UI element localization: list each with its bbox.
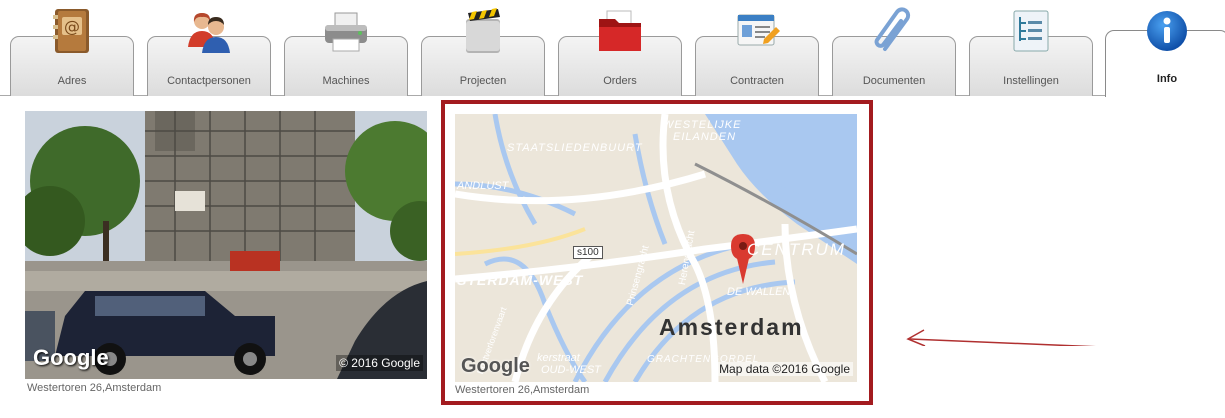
tab-orders[interactable]: Orders — [558, 10, 682, 96]
tab-bar: @ Adres Contactpersonen Machines Project… — [0, 0, 1225, 97]
tab-documenten[interactable]: Documenten — [832, 7, 956, 96]
map-label-city: Amsterdam — [659, 314, 804, 340]
tab-label: Instellingen — [1003, 75, 1059, 87]
tab-label: Info — [1156, 73, 1178, 85]
settings-tree-icon — [1013, 10, 1049, 52]
map-label-kerstraat: kerstraat — [537, 352, 580, 364]
tab-label: Projecten — [459, 75, 507, 87]
info-icon — [1147, 11, 1187, 51]
info-panel: Google © 2016 Google Westertoren 26,Amst… — [0, 96, 1225, 418]
map-label-westelijke: WESTELIJKE — [663, 119, 742, 131]
tab-label: Documenten — [862, 75, 926, 87]
map-image[interactable]: WESTELIJKE EILANDEN STAATSLIEDENBUURT AN… — [455, 114, 857, 382]
tab-machines[interactable]: Machines — [284, 12, 408, 96]
tab-label: Adres — [57, 75, 87, 87]
clapperboard-folder-icon — [466, 8, 500, 53]
map-label-westpart: STERDAM-WEST — [457, 272, 584, 288]
tab-label: Contracten — [730, 75, 784, 87]
tab-projecten[interactable]: Projecten — [421, 8, 545, 96]
tab-contracten[interactable]: Contracten — [695, 14, 819, 96]
map-highlight-frame: WESTELIJKE EILANDEN STAATSLIEDENBUURT AN… — [441, 100, 873, 405]
google-logo: Google — [33, 345, 109, 370]
red-folder-icon — [599, 10, 641, 51]
annotation-arrow — [906, 329, 1097, 346]
tab-label: Contactpersonen — [167, 75, 251, 87]
map-google-logo: Google — [461, 355, 530, 377]
tab-adres[interactable]: @ Adres — [10, 9, 134, 96]
map-attribution: Map data ©2016 Google — [716, 362, 853, 376]
map-label-staatslieden: STAATSLIEDENBUURT — [507, 142, 643, 154]
tab-label: Machines — [322, 75, 370, 87]
tab-label: Orders — [603, 75, 637, 87]
contact-persons-icon — [188, 13, 230, 53]
map-label-oudwest: OUD-WEST — [541, 364, 601, 376]
map-label-wallen: DE WALLEN — [727, 286, 791, 298]
street-view-scene — [25, 111, 427, 379]
map-label-s100: s100 — [573, 246, 603, 259]
tab-info[interactable]: Info — [1105, 11, 1225, 97]
streetview-copyright: © 2016 Google — [336, 355, 423, 371]
map-caption: Westertoren 26,Amsterdam — [455, 384, 590, 396]
map-label-andlust: ANDLUST — [457, 180, 509, 192]
paperclip-icon — [874, 7, 911, 51]
map-label-eilanden: EILANDEN — [673, 131, 737, 143]
contract-card-icon — [737, 14, 780, 46]
address-book-icon: @ — [53, 9, 89, 53]
map-label-centrum: CENTRUM — [747, 240, 846, 259]
printer-icon — [325, 12, 367, 52]
svg-text:@: @ — [64, 17, 80, 36]
tab-instellingen[interactable]: Instellingen — [969, 10, 1093, 96]
streetview-caption: Westertoren 26,Amsterdam — [27, 382, 162, 394]
street-view-image[interactable]: Google © 2016 Google — [25, 111, 427, 379]
tab-contactpersonen[interactable]: Contactpersonen — [147, 13, 271, 96]
